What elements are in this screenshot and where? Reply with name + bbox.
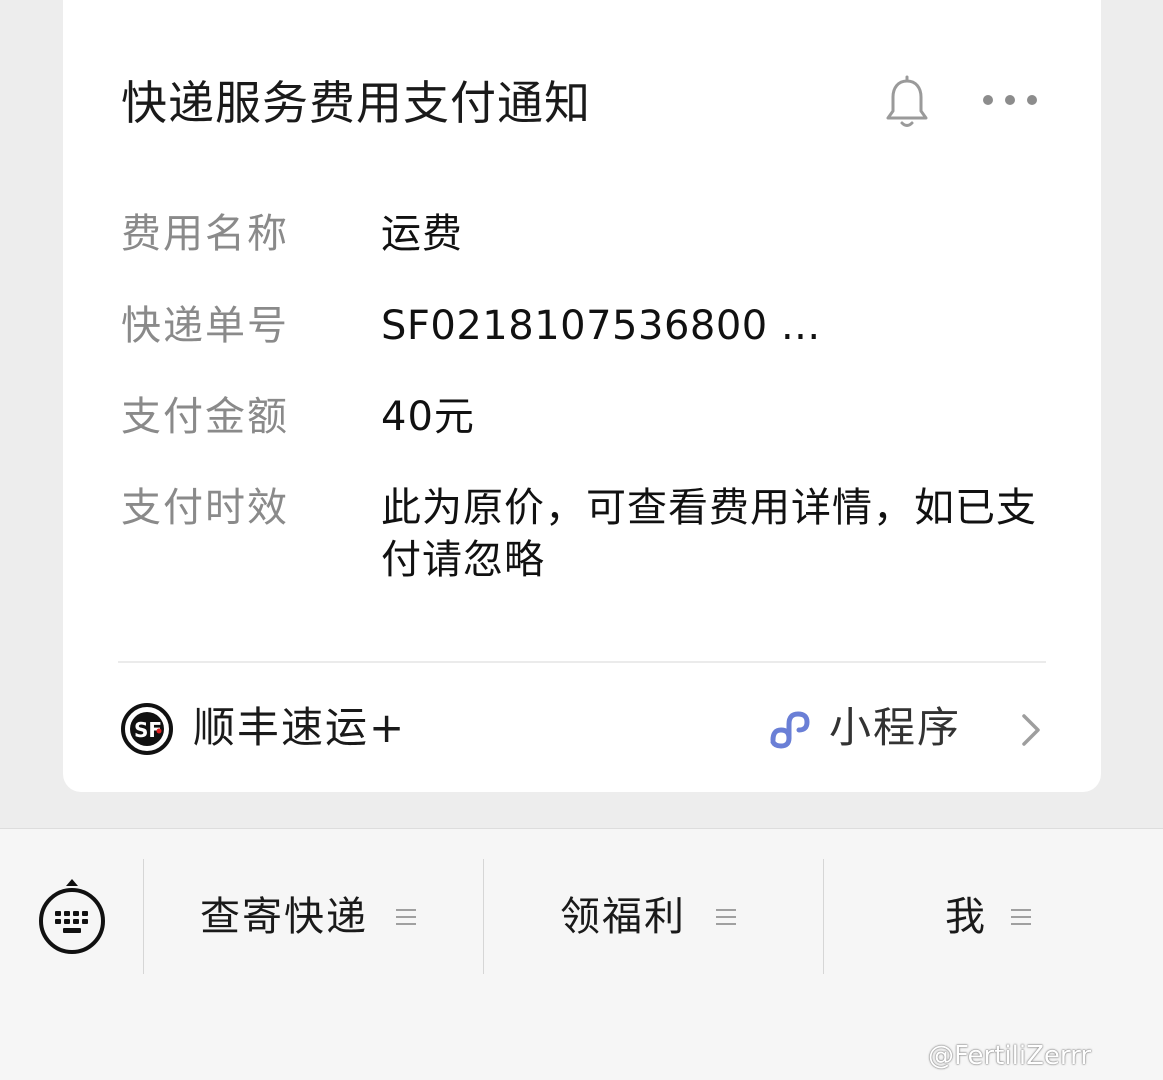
row-label: 支付金额 — [121, 394, 289, 440]
submenu-lines-icon — [716, 909, 736, 925]
row-label: 快递单号 — [121, 303, 289, 349]
row-label: 费用名称 — [121, 211, 289, 257]
mini-program-icon — [770, 711, 810, 749]
submenu-lines-icon — [396, 909, 416, 925]
menu-item-track-express[interactable]: 查寄快递 — [200, 889, 430, 945]
more-options-icon[interactable] — [981, 88, 1039, 112]
keyboard-icon[interactable] — [36, 877, 108, 957]
notification-card[interactable]: 快递服务费用支付通知 费用名称 运费 快递单号 SF0218107536800 … — [63, 0, 1101, 792]
row-label: 支付时效 — [121, 485, 289, 531]
row-value: 运费 — [381, 211, 463, 257]
menu-item-me[interactable]: 我 — [945, 889, 1045, 945]
sf-logo-icon: SF — [121, 703, 173, 755]
row-value: 此为原价，可查看费用详情，如已支付请忽略 — [381, 485, 1037, 583]
menu-item-label: 我 — [945, 894, 987, 940]
divider — [118, 661, 1046, 663]
menu-item-benefits[interactable]: 领福利 — [560, 889, 750, 945]
card-footer[interactable]: SF 顺丰速运+ 小程序 — [121, 700, 1051, 756]
card-title: 快递服务费用支付通知 — [121, 76, 591, 130]
menu-item-label: 领福利 — [560, 894, 686, 940]
watermark: @FertiliZerrr — [928, 1041, 1092, 1071]
row-value: SF0218107536800 ... — [381, 303, 821, 349]
menu-item-label: 查寄快递 — [200, 894, 368, 940]
row-value: 40元 — [381, 394, 475, 440]
menu-separator — [823, 859, 824, 974]
menu-separator — [143, 859, 144, 974]
brand-name: 顺丰速运+ — [193, 703, 407, 752]
submenu-lines-icon — [1011, 909, 1031, 925]
mini-program-label[interactable]: 小程序 — [829, 700, 961, 756]
chevron-right-icon[interactable] — [1016, 710, 1044, 750]
bell-icon[interactable] — [883, 75, 931, 131]
menu-separator — [483, 859, 484, 974]
